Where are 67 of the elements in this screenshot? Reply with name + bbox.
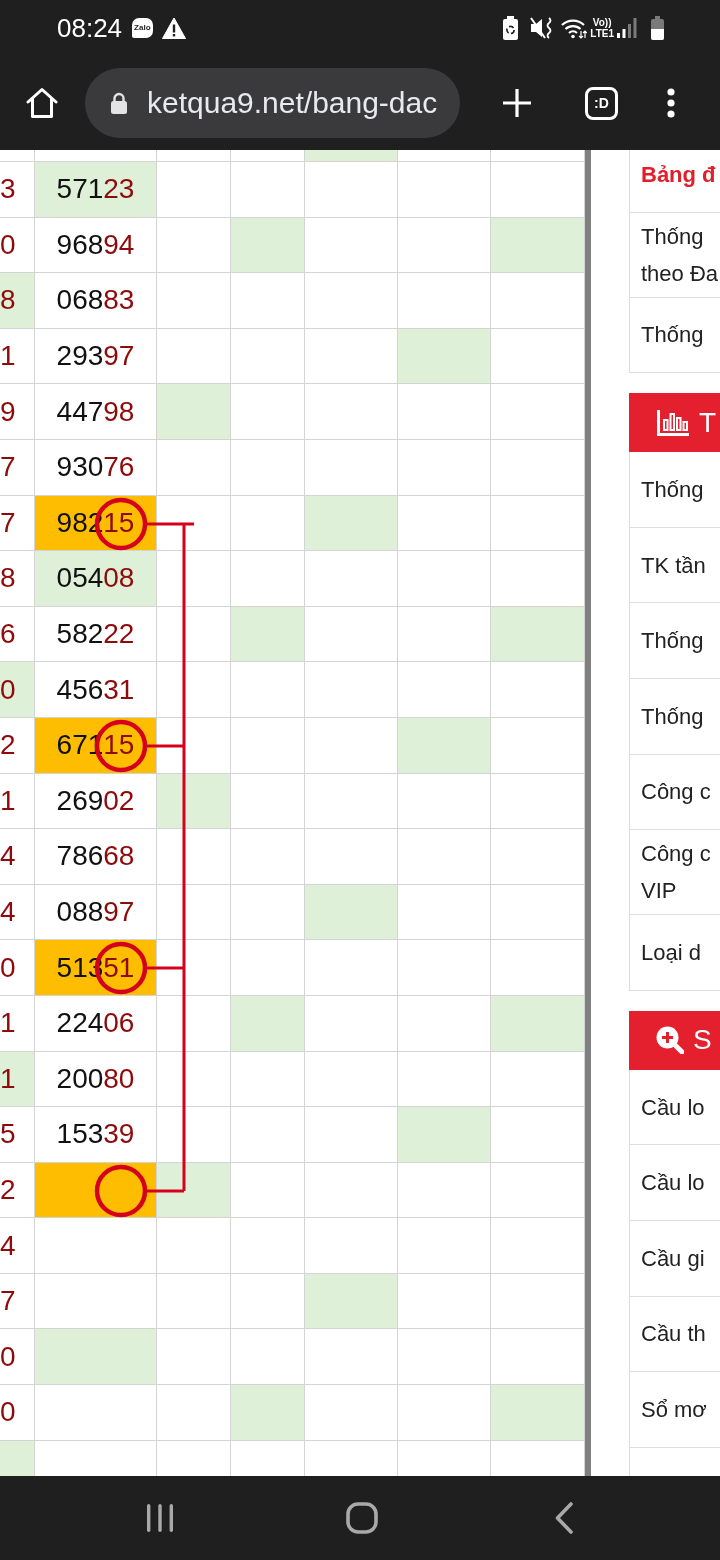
table-cell: 6 bbox=[0, 606, 35, 662]
table-cell: 22406 bbox=[35, 995, 157, 1051]
table-cell: 08897 bbox=[35, 884, 157, 940]
plus-icon[interactable] bbox=[503, 89, 531, 117]
zoom-in-icon bbox=[656, 1026, 684, 1055]
sidebar-link[interactable]: Thống bbox=[630, 603, 720, 679]
scrollbar[interactable] bbox=[585, 150, 591, 1476]
table-cell: 96894 bbox=[35, 217, 157, 273]
table-cell: 0 bbox=[0, 662, 35, 717]
table-cell: 93076 bbox=[35, 439, 157, 495]
tab-switcher-button[interactable]: :D bbox=[585, 86, 618, 120]
sidebar-link[interactable]: Cầu gi bbox=[630, 1220, 720, 1297]
table-cell: 78668 bbox=[35, 829, 157, 884]
table-cell: 1 bbox=[0, 328, 35, 384]
sidebar-link[interactable]: Sổ mơ bbox=[630, 1372, 720, 1448]
sidebar-link[interactable]: Bảng đ bbox=[630, 150, 720, 213]
table-cell: 57123 bbox=[35, 162, 157, 217]
sidebar-link[interactable]: Loại d bbox=[630, 915, 720, 991]
table-cell: 4 bbox=[0, 1218, 35, 1273]
wifi-icon bbox=[561, 17, 588, 39]
back-icon[interactable] bbox=[555, 1502, 573, 1534]
table-cell: 0 bbox=[0, 1385, 35, 1440]
table-cell: 0 bbox=[0, 217, 35, 273]
home-icon[interactable] bbox=[26, 87, 58, 119]
table-cell: 05408 bbox=[35, 551, 157, 606]
signal-icon bbox=[617, 18, 637, 38]
table-cell: 5 bbox=[0, 1107, 35, 1162]
sidebar-link[interactable]: TK tần bbox=[630, 527, 720, 604]
battery-saver-icon bbox=[503, 16, 519, 40]
sidebar-link[interactable]: Công c VIP bbox=[630, 830, 720, 916]
sidebar-link[interactable]: Cầu th bbox=[630, 1296, 720, 1373]
home-button-icon[interactable] bbox=[346, 1502, 378, 1534]
table-cell: 06883 bbox=[35, 273, 157, 328]
table-cell: 4 bbox=[0, 829, 35, 884]
volte-label: Vo)) bbox=[592, 17, 612, 28]
table-cell: 7 bbox=[0, 1273, 35, 1329]
table-cell: 9 bbox=[0, 384, 35, 439]
network-type-label: LTE1 bbox=[590, 28, 614, 39]
sidebar-link[interactable]: Công c bbox=[630, 754, 720, 831]
table-cell: 45631 bbox=[35, 662, 157, 717]
table-cell: 15339 bbox=[35, 1107, 157, 1162]
warning-icon bbox=[161, 17, 186, 39]
table-cell: 1 bbox=[0, 995, 35, 1051]
sidebar-link[interactable]: Cầu lo bbox=[630, 1069, 720, 1146]
lock-icon bbox=[110, 92, 128, 114]
app-notification: Zalo bbox=[132, 18, 153, 38]
status-time: 08:24 bbox=[57, 12, 123, 44]
table-cell: 1 bbox=[0, 773, 35, 829]
sidebar-link[interactable]: Thống bbox=[630, 678, 720, 755]
table-cell: 29397 bbox=[35, 328, 157, 384]
sidebar-link[interactable]: Thống bbox=[630, 297, 720, 374]
address-bar[interactable]: ketqua9.net/bang-dac bbox=[85, 68, 460, 138]
battery-icon bbox=[651, 16, 664, 40]
table-cell: 4 bbox=[0, 884, 35, 940]
table-cell: 58222 bbox=[35, 606, 157, 662]
menu-icon[interactable] bbox=[665, 88, 677, 118]
sidebar-link[interactable]: Thống theo Đa bbox=[630, 212, 720, 298]
bar-chart-icon bbox=[656, 409, 690, 436]
sidebar-link[interactable]: Cầu lo bbox=[630, 1145, 720, 1221]
section-title: T bbox=[699, 406, 717, 439]
table-cell: 20080 bbox=[35, 1051, 157, 1107]
recent-apps-icon[interactable] bbox=[146, 1504, 174, 1532]
table-cell: 8 bbox=[0, 273, 35, 328]
table-cell: 1 bbox=[0, 1051, 35, 1107]
sidebar-link[interactable]: Thống bbox=[630, 452, 720, 528]
section-title: S bbox=[693, 1024, 712, 1057]
table-cell: 7 bbox=[0, 439, 35, 495]
